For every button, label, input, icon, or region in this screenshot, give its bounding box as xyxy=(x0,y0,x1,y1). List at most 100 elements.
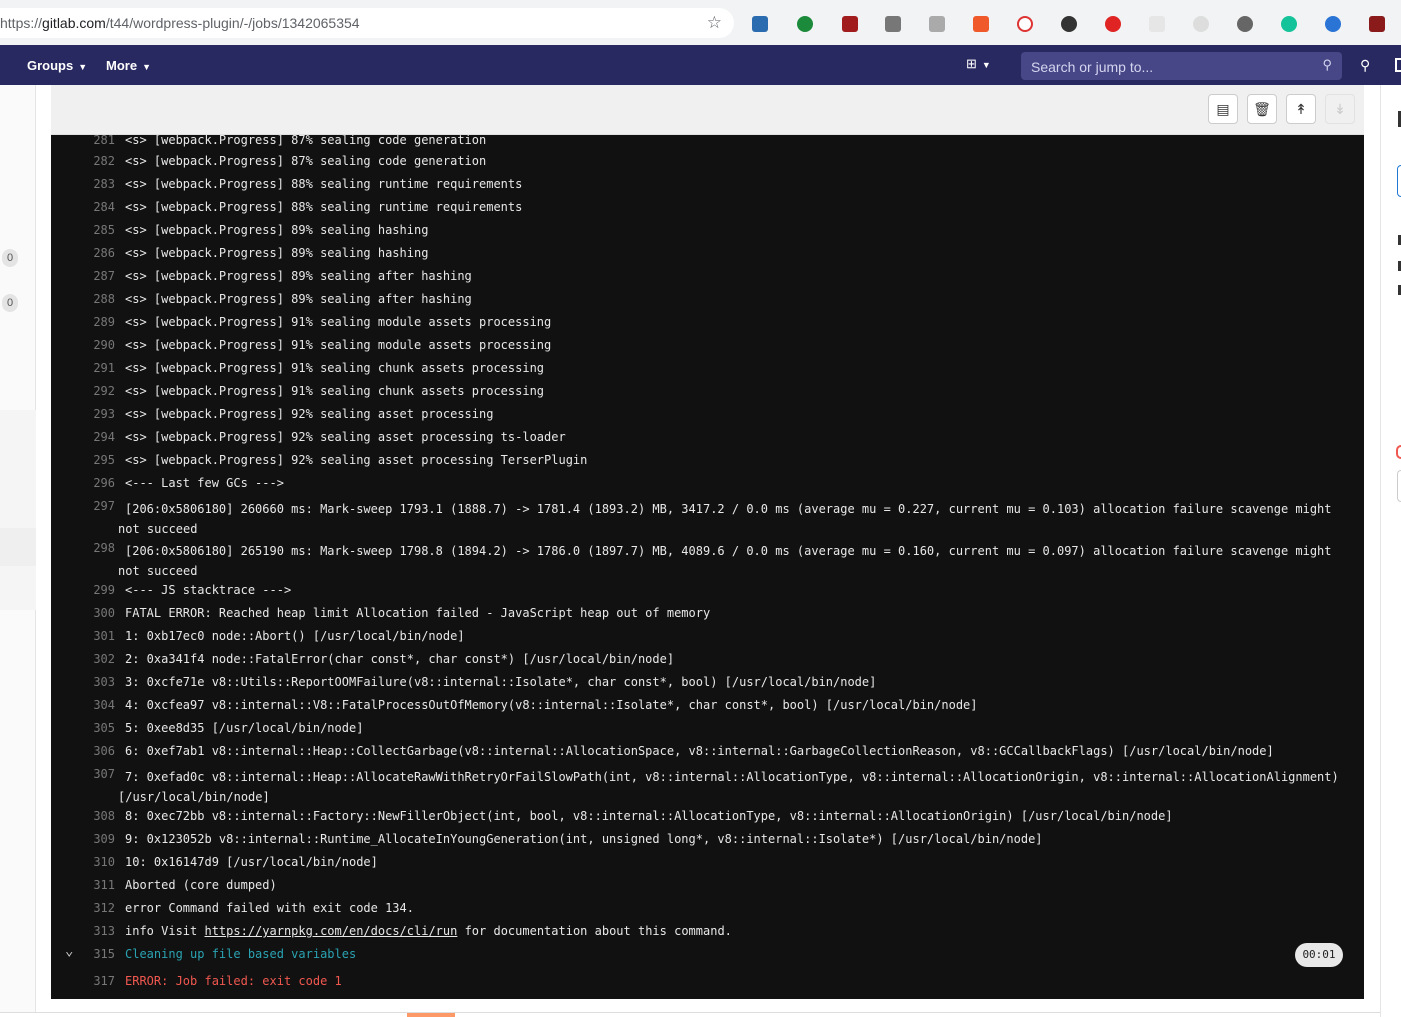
log-line-number[interactable]: 286 xyxy=(65,246,115,260)
log-line-number[interactable]: 283 xyxy=(65,177,115,191)
right-sidebar xyxy=(1380,85,1401,1017)
extension-dark-icon[interactable] xyxy=(1369,16,1385,32)
url-text: https://gitlab.com/t44/wordpress-plugin/… xyxy=(0,15,360,31)
log-line-number[interactable]: 300 xyxy=(65,606,115,620)
log-line-text: <s> [webpack.Progress] 91% sealing modul… xyxy=(125,338,552,352)
log-line-number[interactable]: 313 xyxy=(65,924,115,938)
log-line-number[interactable]: 284 xyxy=(65,200,115,214)
log-line-number[interactable]: 281 xyxy=(65,135,115,147)
log-line-text: <s> [webpack.Progress] 91% sealing chunk… xyxy=(125,361,545,375)
log-line-text: <s> [webpack.Progress] 88% sealing runti… xyxy=(125,177,523,191)
log-line-text: <s> [webpack.Progress] 92% sealing asset… xyxy=(125,453,588,467)
log-line-number[interactable]: 289 xyxy=(65,315,115,329)
log-line-text: 1: 0xb17ec0 node::Abort() [/usr/local/bi… xyxy=(125,629,465,643)
log-line-number[interactable]: 287 xyxy=(65,269,115,283)
log-line-text: 7: 0xefad0c v8::internal::Heap::Allocate… xyxy=(118,770,1339,804)
new-item-dropdown[interactable]: ⊞ ▼ xyxy=(966,56,991,72)
log-line-number[interactable]: 317 xyxy=(65,974,115,988)
scroll-to-bottom-button[interactable]: ↡ xyxy=(1325,94,1355,124)
extension-dots-icon[interactable] xyxy=(1061,16,1077,32)
extension-pen-icon[interactable] xyxy=(752,16,768,32)
search-placeholder: Search or jump to... xyxy=(1031,59,1154,75)
extension-shield-icon[interactable] xyxy=(797,16,813,32)
log-line-number[interactable]: 306 xyxy=(65,744,115,758)
sidebar-button-fragment[interactable] xyxy=(1397,470,1401,502)
extension-a-icon[interactable] xyxy=(1017,16,1033,32)
search-input[interactable]: Search or jump to... ⚲ xyxy=(1021,52,1342,80)
log-line-number[interactable]: 301 xyxy=(65,629,115,643)
log-line-number[interactable]: 295 xyxy=(65,453,115,467)
log-line-number[interactable]: 290 xyxy=(65,338,115,352)
log-line-number[interactable]: 308 xyxy=(65,809,115,823)
log-line-text: <s> [webpack.Progress] 87% sealing code … xyxy=(125,135,487,147)
extension-copy-icon[interactable] xyxy=(885,16,901,32)
status-failed-icon xyxy=(1396,445,1401,459)
url-host: gitlab.com xyxy=(42,15,106,31)
log-line-number[interactable]: 297 xyxy=(65,499,115,513)
log-line-text: 5: 0xee8d35 [/usr/local/bin/node] xyxy=(125,721,364,735)
extension-ublock-icon[interactable] xyxy=(842,16,858,32)
log-line-text: <s> [webpack.Progress] 91% sealing modul… xyxy=(125,315,552,329)
chevron-down-icon: ▼ xyxy=(981,60,991,70)
nav-groups-label: Groups xyxy=(27,58,74,73)
extension-person-icon[interactable] xyxy=(929,16,945,32)
sidebar-button-fragment[interactable] xyxy=(1397,165,1401,197)
raw-log-button[interactable]: ▤ xyxy=(1208,94,1238,124)
extension-figure-icon[interactable] xyxy=(1237,16,1253,32)
log-line-number[interactable]: 292 xyxy=(65,384,115,398)
extension-translate-icon[interactable] xyxy=(973,16,989,32)
log-line-number[interactable]: 291 xyxy=(65,361,115,375)
yarn-docs-link[interactable]: https://yarnpkg.com/en/docs/cli/run xyxy=(204,924,457,938)
nav-more-dropdown[interactable]: More ▼ xyxy=(106,58,151,73)
extension-grammarly-icon[interactable] xyxy=(1281,16,1297,32)
log-line-text: <s> [webpack.Progress] 92% sealing asset… xyxy=(125,407,494,421)
log-line-text: <s> [webpack.Progress] 89% sealing after… xyxy=(125,269,472,283)
scroll-to-top-button[interactable]: ↟ xyxy=(1286,94,1316,124)
log-line-number[interactable]: 305 xyxy=(65,721,115,735)
extension-location-icon[interactable] xyxy=(1325,16,1341,32)
extension-blank-icon[interactable] xyxy=(1149,16,1165,32)
url-path: /t44/wordpress-plugin/-/jobs/1342065354 xyxy=(105,15,360,31)
log-line-number[interactable]: 303 xyxy=(65,675,115,689)
log-line-number[interactable]: 294 xyxy=(65,430,115,444)
log-line-text: error Command failed with exit code 134. xyxy=(125,901,414,915)
sidebar-item-active[interactable] xyxy=(0,528,36,566)
log-line-number[interactable]: 311 xyxy=(65,878,115,892)
log-line-text: [206:0x5806180] 260660 ms: Mark-sweep 17… xyxy=(118,502,1332,536)
log-line-number[interactable]: 304 xyxy=(65,698,115,712)
log-line-number[interactable]: 309 xyxy=(65,832,115,846)
log-line-number[interactable]: 307 xyxy=(65,767,115,781)
log-line-text: 9: 0x123052b v8::internal::Runtime_Alloc… xyxy=(125,832,1043,846)
extension-clock-icon[interactable] xyxy=(1193,16,1209,32)
chevron-down-icon: ▼ xyxy=(142,62,151,72)
log-line-number[interactable]: 315 xyxy=(65,947,115,961)
bookmark-star-icon[interactable]: ☆ xyxy=(707,13,722,33)
address-bar[interactable]: https://gitlab.com/t44/wordpress-plugin/… xyxy=(0,8,734,38)
log-line-number[interactable]: 288 xyxy=(65,292,115,306)
log-line-text: 3: 0xcfe71e v8::Utils::ReportOOMFailure(… xyxy=(125,675,877,689)
log-line-number[interactable]: 298 xyxy=(65,541,115,555)
log-line-number[interactable]: 312 xyxy=(65,901,115,915)
log-line-number[interactable]: 293 xyxy=(65,407,115,421)
browser-toolbar: https://gitlab.com/t44/wordpress-plugin/… xyxy=(0,0,1401,45)
nav-groups-dropdown[interactable]: Groups ▼ xyxy=(27,58,87,73)
log-line-number[interactable]: 285 xyxy=(65,223,115,237)
log-line-text: 10: 0x16147d9 [/usr/local/bin/node] xyxy=(125,855,378,869)
log-line-number[interactable]: 282 xyxy=(65,154,115,168)
log-line-number[interactable]: 310 xyxy=(65,855,115,869)
plus-square-icon: ⊞ xyxy=(966,56,977,71)
log-line-number[interactable]: 302 xyxy=(65,652,115,666)
sidebar-count-badge: 0 xyxy=(2,294,18,312)
log-section-title: Cleaning up file based variables xyxy=(125,947,357,961)
log-line-text: <--- JS stacktrace ---> xyxy=(125,583,292,597)
erase-log-button[interactable]: 🗑 xyxy=(1247,94,1277,124)
extension-cloud-icon[interactable] xyxy=(1105,16,1121,32)
search-icon[interactable]: ⚲ xyxy=(1360,57,1370,74)
log-line-number[interactable]: 299 xyxy=(65,583,115,597)
progress-accent xyxy=(407,1013,455,1017)
log-line-text: [206:0x5806180] 265190 ms: Mark-sweep 17… xyxy=(118,544,1332,578)
panel-toggle-icon[interactable] xyxy=(1395,58,1401,72)
log-line-number[interactable]: 296 xyxy=(65,476,115,490)
log-line-text: <s> [webpack.Progress] 91% sealing chunk… xyxy=(125,384,545,398)
job-log: 281 <s> [webpack.Progress] 87% sealing co… xyxy=(51,135,1364,999)
